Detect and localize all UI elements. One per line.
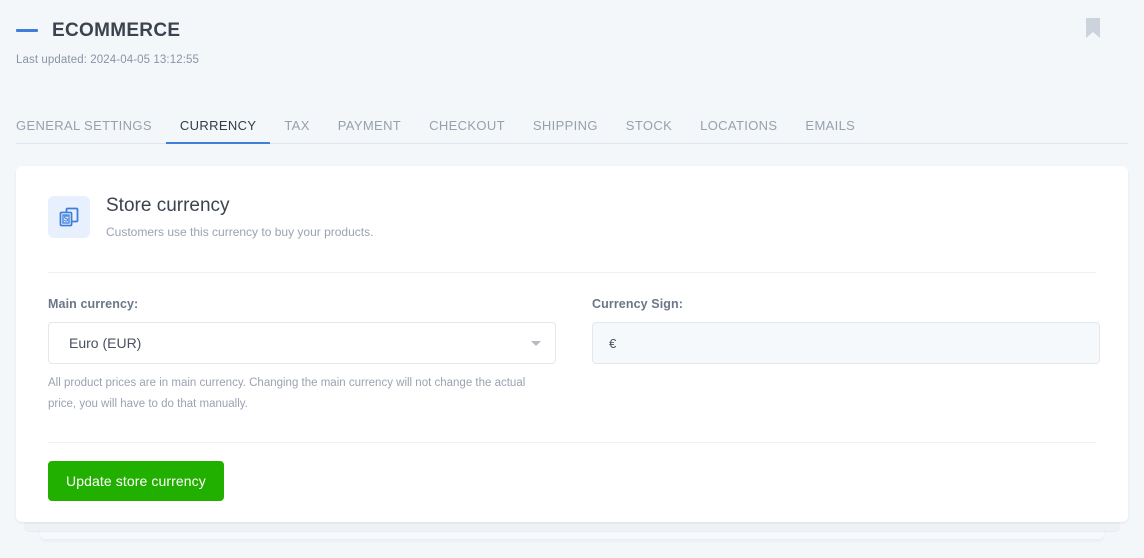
tab-bar: GENERAL SETTINGS CURRENCY TAX PAYMENT CH… (16, 108, 1128, 144)
update-store-currency-button[interactable]: Update store currency (48, 461, 224, 501)
tab-payment[interactable]: PAYMENT (324, 118, 415, 143)
currency-sign-input[interactable] (592, 322, 1100, 364)
card-actions: Update store currency (48, 443, 1096, 501)
card-header-text: Store currency Customers use this curren… (106, 194, 373, 240)
page-header: ECOMMERCE Last updated: 2024-04-05 13:12… (0, 0, 1144, 66)
card-title: Store currency (106, 195, 230, 216)
tab-label: LOCATIONS (700, 118, 778, 133)
tabs-wrapper: GENERAL SETTINGS CURRENCY TAX PAYMENT CH… (0, 108, 1144, 144)
tab-label: EMAILS (805, 118, 856, 133)
tab-shipping[interactable]: SHIPPING (519, 118, 612, 143)
tab-locations[interactable]: LOCATIONS (686, 118, 791, 143)
tab-label: CURRENCY (179, 118, 257, 133)
currency-sign-label: Currency Sign: (592, 297, 683, 311)
currency-sign-group: Currency Sign: (592, 297, 1100, 415)
last-updated-text: Last updated: 2024-04-05 13:12:55 (16, 54, 199, 66)
tab-emails[interactable]: EMAILS (791, 118, 869, 143)
card-subtitle: Customers use this currency to buy your … (106, 225, 374, 239)
card-stack: $ Store currency Customers use this curr… (16, 166, 1128, 539)
tab-label: PAYMENT (337, 118, 402, 133)
store-currency-card: $ Store currency Customers use this curr… (16, 166, 1128, 522)
tab-general-settings[interactable]: GENERAL SETTINGS (16, 118, 166, 143)
main-currency-label: Main currency: (48, 297, 139, 311)
title-row: ECOMMERCE (16, 16, 1128, 44)
tab-label: CHECKOUT (429, 118, 505, 133)
tab-label: SHIPPING (532, 118, 598, 133)
card-stack-layer-back (40, 531, 1104, 539)
main-currency-help-text: All product prices are in main currency.… (48, 377, 526, 410)
tab-label: TAX (284, 118, 310, 133)
svg-text:$: $ (64, 215, 69, 224)
card-stack-layer-mid (24, 522, 1120, 531)
tab-stock[interactable]: STOCK (612, 118, 686, 143)
main-currency-select[interactable]: Euro (EUR) (48, 322, 556, 364)
tab-label: STOCK (625, 118, 673, 133)
main-currency-group: Main currency: Euro (EUR) All product pr… (48, 297, 556, 415)
currency-form: Main currency: Euro (EUR) All product pr… (48, 273, 1100, 415)
main-currency-value: Euro (EUR) (69, 335, 142, 351)
money-documents-icon: $ (48, 196, 90, 238)
card-header: $ Store currency Customers use this curr… (48, 166, 1096, 240)
chevron-down-icon (531, 341, 541, 346)
tab-label: GENERAL SETTINGS (16, 118, 152, 133)
title-dash-icon (16, 28, 38, 32)
bookmark-icon[interactable] (1082, 16, 1104, 42)
tab-checkout[interactable]: CHECKOUT (415, 118, 519, 143)
page-title: ECOMMERCE (52, 19, 181, 41)
tab-tax[interactable]: TAX (270, 118, 323, 143)
tab-currency[interactable]: CURRENCY (165, 118, 271, 144)
